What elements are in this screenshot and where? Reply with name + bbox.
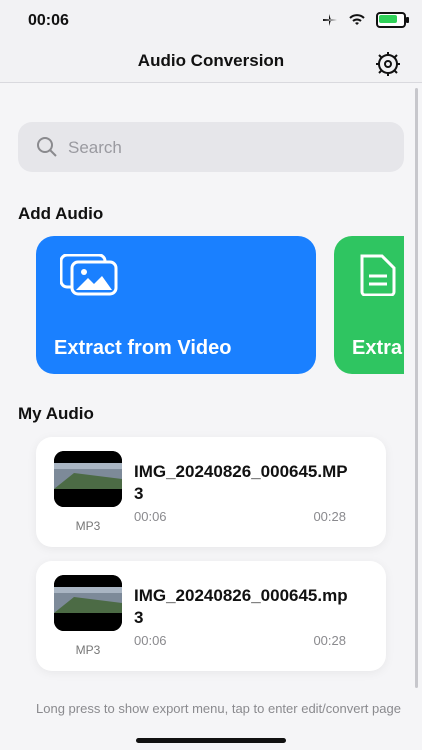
- section-my-audio: My Audio: [18, 404, 94, 423]
- extract-from-video-label: Extract from Video: [54, 337, 232, 359]
- scrollbar[interactable]: [415, 88, 418, 688]
- wifi-icon: [349, 14, 365, 25]
- add-audio-cards: Extract from Video Extra: [36, 236, 404, 374]
- status-time: 00:06: [28, 12, 69, 29]
- usage-hint: Long press to show export menu, tap to e…: [36, 701, 401, 716]
- section-add-audio: Add Audio: [18, 204, 104, 223]
- battery-icon: [376, 12, 409, 28]
- current-time: 00:06: [134, 633, 167, 648]
- image-gallery-icon: [60, 254, 118, 296]
- audio-title: IMG_20240826_000645.mp3: [134, 586, 348, 627]
- search-input[interactable]: [66, 134, 390, 162]
- airplane-icon: [323, 14, 337, 26]
- search-icon: [37, 137, 57, 157]
- nav-bar: Audio Conversion: [0, 44, 422, 83]
- duration: 00:28: [313, 633, 346, 648]
- format-badge: MP3: [75, 643, 101, 657]
- audio-list-item[interactable]: MP3 IMG_20240826_000645.MP3 00:06 00:28: [36, 437, 386, 547]
- current-time: 00:06: [134, 509, 167, 524]
- video-thumbnail: [54, 451, 122, 507]
- page-title: Audio Conversion: [137, 51, 285, 70]
- extract-from-video-card[interactable]: Extract from Video: [36, 236, 316, 374]
- audio-list-item[interactable]: MP3 IMG_20240826_000645.mp3 00:06 00:28: [36, 561, 386, 671]
- video-thumbnail: [54, 575, 122, 631]
- status-bar: 00:06: [0, 0, 422, 44]
- duration: 00:28: [313, 509, 346, 524]
- home-indicator: [136, 738, 286, 743]
- extract-file-label: Extra: [352, 337, 403, 359]
- search-bar[interactable]: [18, 122, 404, 172]
- battery-level: [379, 15, 397, 23]
- settings-gear-icon[interactable]: [374, 50, 402, 78]
- status-icons: [322, 12, 409, 28]
- extract-from-file-card[interactable]: Extra: [334, 236, 404, 374]
- format-badge: MP3: [75, 519, 101, 533]
- document-icon: [360, 254, 396, 296]
- audio-title: IMG_20240826_000645.MP3: [134, 462, 348, 503]
